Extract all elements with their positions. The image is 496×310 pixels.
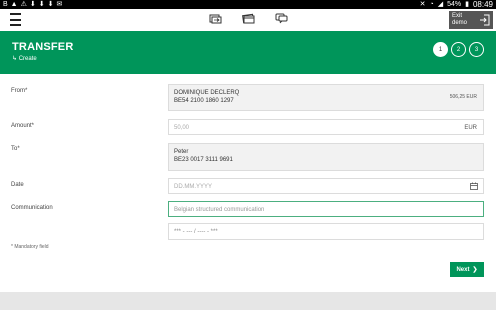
from-account-balance: 506,25 EUR (449, 94, 477, 100)
to-beneficiary-iban: BE23 0017 3111 9691 (174, 157, 233, 163)
from-account-iban: BE54 2100 1860 1297 (174, 98, 234, 104)
download-icon: ⬇ (47, 1, 54, 8)
amount-currency: EUR (464, 125, 477, 131)
signal-icon: ✕ (419, 1, 426, 8)
exit-demo-button[interactable]: Exit demo (449, 11, 493, 29)
battery-icon: ▮ (465, 1, 469, 8)
amount-label: Amount* (11, 123, 35, 129)
from-account-select[interactable]: DOMINIQUE DECLERQ BE54 2100 1860 1297 50… (168, 84, 484, 111)
chat-icon[interactable] (275, 13, 288, 24)
date-placeholder: DD.MM.YYYY (174, 184, 213, 190)
download-icon: ⬇ (29, 1, 36, 8)
warning-icon: ⚠ (20, 1, 27, 8)
structured-communication-placeholder: *** - --- / ---- - *** (174, 229, 218, 235)
transfer-icon[interactable] (209, 13, 222, 24)
amount-placeholder: 50,00 (174, 125, 190, 131)
notification-icon: B (3, 1, 8, 8)
card-icon[interactable] (242, 13, 255, 24)
notification-icons: B ▲ ⚠ ⬇ ⬇ ⬇ ✉ (3, 0, 62, 9)
from-label: From* (11, 88, 28, 94)
exit-icon (480, 14, 490, 26)
mail-icon: ✉ (56, 1, 63, 8)
system-status: ✕ ◔ ◢ 54% ▮ 08:49 (420, 0, 493, 9)
step-1: 1 (433, 42, 448, 57)
status-bar: B ▲ ⚠ ⬇ ⬇ ⬇ ✉ ✕ ◔ ◢ 54% ▮ 08:49 (0, 0, 496, 9)
to-beneficiary-name: Peter (174, 149, 189, 155)
next-label: Next (456, 266, 470, 273)
next-button[interactable]: Next ❯ (450, 262, 484, 277)
communication-type-select[interactable]: Belgian structured communication (168, 201, 484, 217)
app-toolbar: Exit demo (0, 9, 496, 31)
date-label: Date (11, 182, 24, 188)
page-header: TRANSFER ↳ Create 1 2 3 (0, 31, 496, 74)
chevron-right-icon: ❯ (472, 267, 478, 273)
step-3: 3 (469, 42, 484, 57)
exit-demo-label: Exit demo (452, 13, 468, 26)
wifi-icon: ◔ (429, 1, 434, 8)
cell-icon: ◢ (437, 1, 444, 8)
page-subtitle: ↳ Create (12, 56, 37, 62)
bottom-area (0, 292, 496, 310)
structured-communication-input[interactable]: *** - --- / ---- - *** (168, 223, 484, 240)
date-input[interactable]: DD.MM.YYYY (168, 178, 484, 194)
to-label: To* (11, 146, 20, 152)
battery-level: 54% (447, 1, 462, 8)
transfer-form: From* DOMINIQUE DECLERQ BE54 2100 1860 1… (0, 74, 496, 292)
download-icon: ⬇ (38, 1, 45, 8)
from-account-name: DOMINIQUE DECLERQ (174, 90, 240, 96)
calendar-icon[interactable] (470, 182, 478, 190)
clock: 08:49 (472, 0, 493, 9)
communication-placeholder: Belgian structured communication (174, 207, 265, 213)
page-title: TRANSFER (12, 41, 74, 53)
step-2: 2 (451, 42, 466, 57)
to-beneficiary-select[interactable]: Peter BE23 0017 3111 9691 (168, 143, 484, 171)
notification-icon: ▲ (10, 1, 18, 8)
step-indicator: 1 2 3 (433, 42, 484, 57)
communication-label: Communication (11, 205, 53, 211)
hamburger-icon[interactable] (10, 13, 21, 26)
amount-input[interactable]: 50,00 EUR (168, 119, 484, 135)
mandatory-note: * Mandatory field (11, 244, 49, 250)
